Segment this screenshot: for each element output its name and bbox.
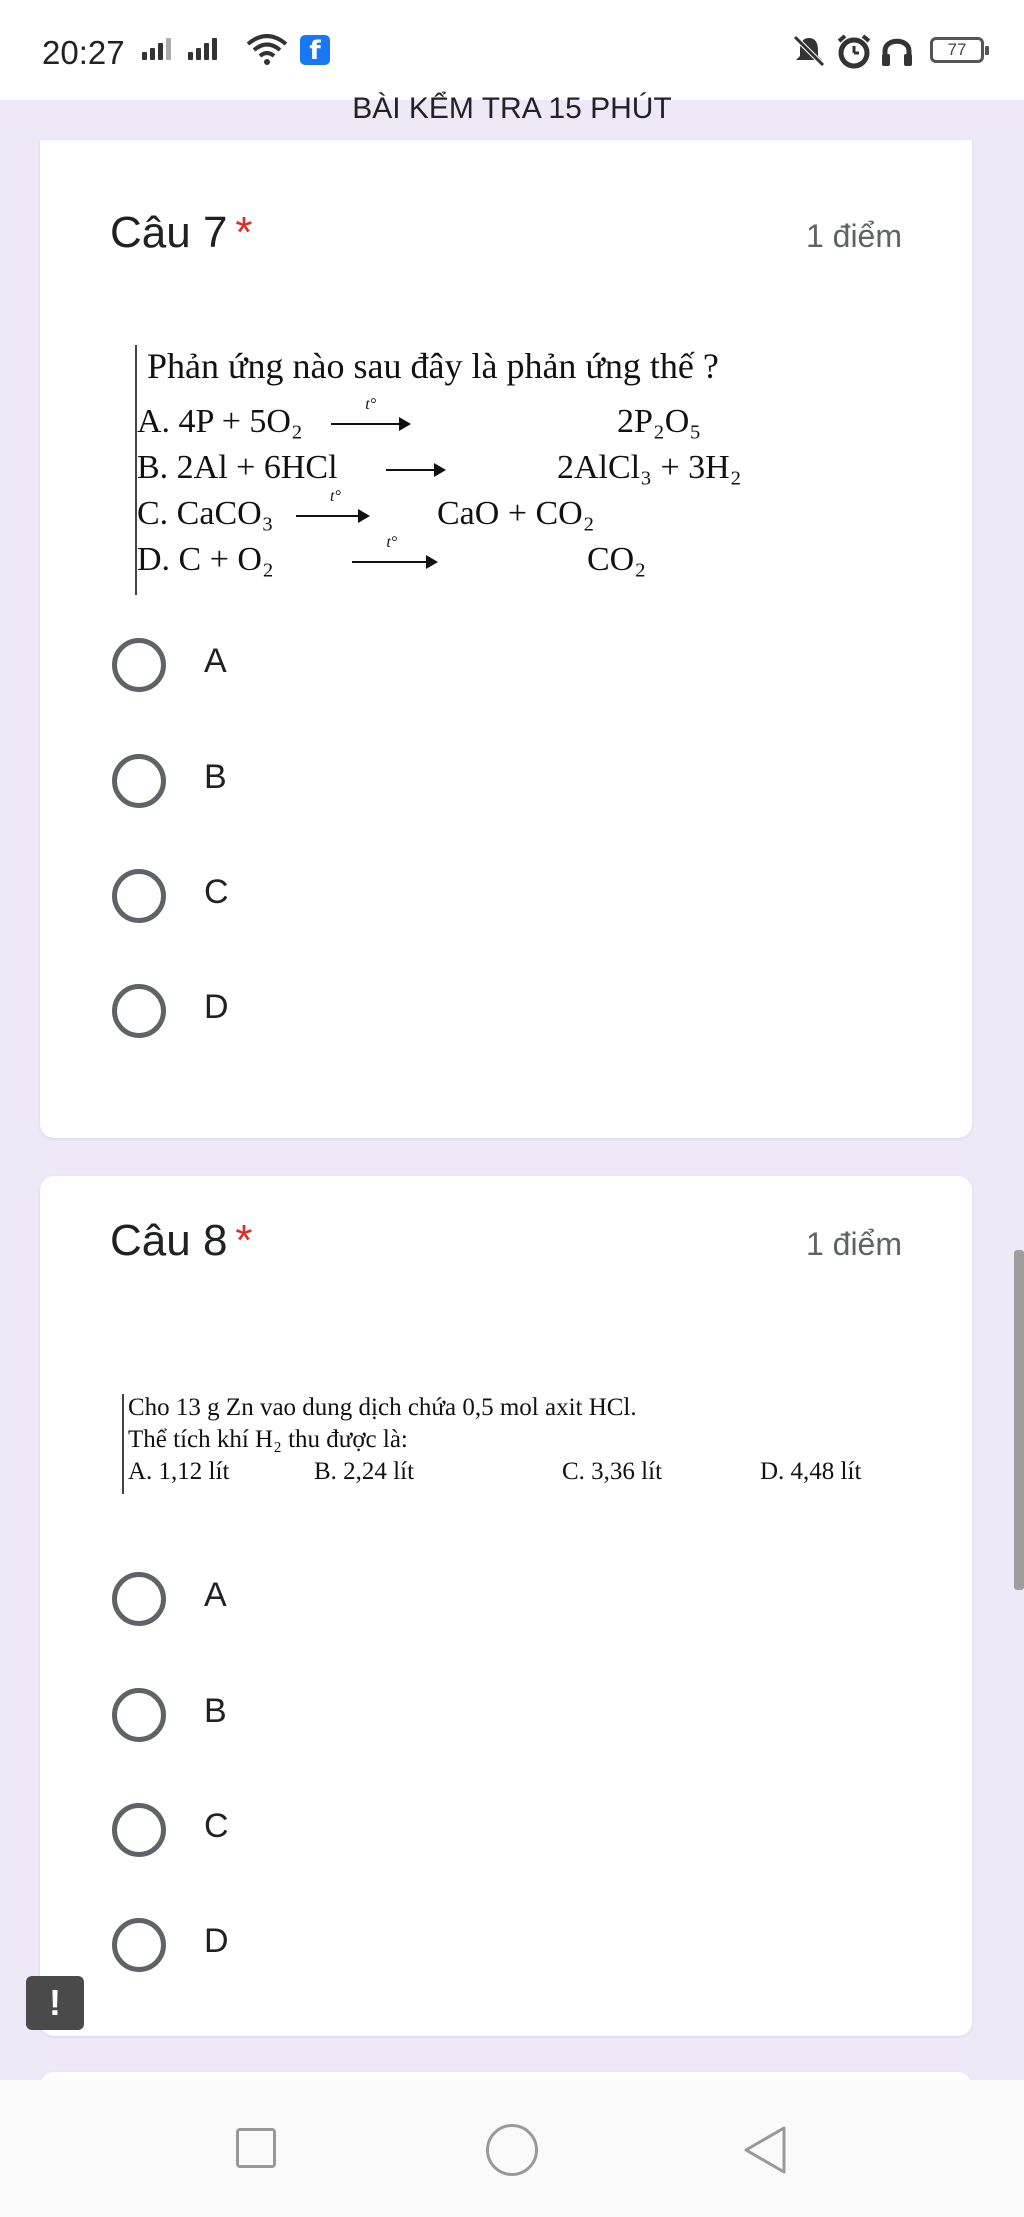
question-title-text: Câu 8 [110,1216,228,1265]
line-b-left: B. 2Al + 6HCl [137,449,338,486]
radio-button[interactable] [112,1918,166,1972]
question-title: Câu 7 * [110,208,253,258]
answer-line-d: D. C + O₂ t° [137,534,439,579]
question-line-1: Cho 13 g Zn vao dung dịch chứa 0,5 mol a… [128,1394,637,1421]
answer-c-text: C. 3,36 lít [562,1458,663,1485]
option-d[interactable]: D [112,1910,712,1980]
radio-button[interactable] [112,1688,166,1742]
nav-recents-icon[interactable] [236,2128,276,2168]
question-card-8: Câu 8 * 1 điểm Cho 13 g Zn vao dung dịch … [40,1176,972,2036]
page-title: BÀI KỂM TRA 15 PHÚT [352,92,672,125]
option-b[interactable]: B [112,746,712,816]
option-d[interactable]: D [112,976,712,1046]
nav-home-icon[interactable] [486,2124,538,2176]
scrollbar[interactable] [1014,1250,1024,1590]
arrow-icon: t° [331,396,412,434]
option-c[interactable]: C [112,1795,712,1865]
status-bar: 20:27 f 77 [0,0,1024,100]
radio-button[interactable] [112,754,166,808]
question-image: Cho 13 g Zn vao dung dịch chứa 0,5 mol a… [122,1394,882,1494]
option-label: D [204,988,229,1026]
arrow-icon [386,460,447,480]
nav-back-icon[interactable] [742,2124,788,2176]
alarm-icon [837,34,871,69]
option-label: A [204,642,227,680]
question-heading: Phản ứng nào sau đây là phản ứng thế ? [147,346,719,386]
option-label: D [204,1922,229,1960]
headset-icon [882,38,912,66]
answer-a-text: A. 1,12 lít [128,1458,230,1485]
arrow-icon: t° [296,488,371,526]
question-line-2: Thể tích khí H₂ thu được là: [128,1426,408,1453]
line-b-right: 2AlCl₃ + 3H₂ [557,449,742,486]
line-c-right: CaO + CO₂ [437,495,595,532]
required-mark: * [235,1216,253,1265]
question-points: 1 điểm [805,1226,902,1262]
option-label: B [204,1692,227,1730]
option-label: C [204,1807,229,1845]
line-c-left: C. CaCO₃ [137,495,274,532]
required-mark: * [235,208,253,257]
radio-button[interactable] [112,1803,166,1857]
radio-button[interactable] [112,869,166,923]
question-title: Câu 8 * [110,1216,253,1266]
option-a[interactable]: A [112,630,712,700]
line-d-left: D. C + O₂ [137,541,274,578]
option-label: B [204,758,227,796]
question-title-text: Câu 7 [110,208,228,257]
radio-button[interactable] [112,1572,166,1626]
answer-line-a: A. 4P + 5O₂ t° [137,396,412,441]
signal-icon [188,38,220,60]
signal-icon [142,38,174,60]
facebook-icon: f [300,35,330,66]
wifi-icon [246,34,288,65]
battery-icon: 77 [930,37,989,63]
answer-d-text: D. 4,48 lít [760,1458,862,1485]
option-c[interactable]: C [112,861,712,931]
option-b[interactable]: B [112,1680,712,1750]
question-image: Phản ứng nào sau đây là phản ứng thế ? A… [135,345,855,595]
line-a-left: A. 4P + 5O₂ [137,403,303,440]
line-a-right: 2P₂O₅ [617,403,702,440]
navigation-bar [0,2080,1024,2217]
line-d-right: CO₂ [587,541,647,578]
question-points: 1 điểm [805,218,902,254]
arrow-icon: t° [352,534,439,572]
option-label: C [204,873,229,911]
report-problem-button[interactable]: ! [26,1976,84,2030]
radio-button[interactable] [112,984,166,1038]
question-card-7: Câu 7 * 1 điểm Phản ứng nào sau đây là ph… [40,140,972,1138]
option-a[interactable]: A [112,1564,712,1634]
answer-b-text: B. 2,24 lít [314,1458,415,1485]
option-label: A [204,1576,227,1614]
radio-button[interactable] [112,638,166,692]
status-time: 20:27 [42,34,125,71]
answer-line-b: B. 2Al + 6HCl [137,449,447,487]
answer-line-c: C. CaCO₃ t° [137,488,371,533]
mute-icon [793,35,825,67]
